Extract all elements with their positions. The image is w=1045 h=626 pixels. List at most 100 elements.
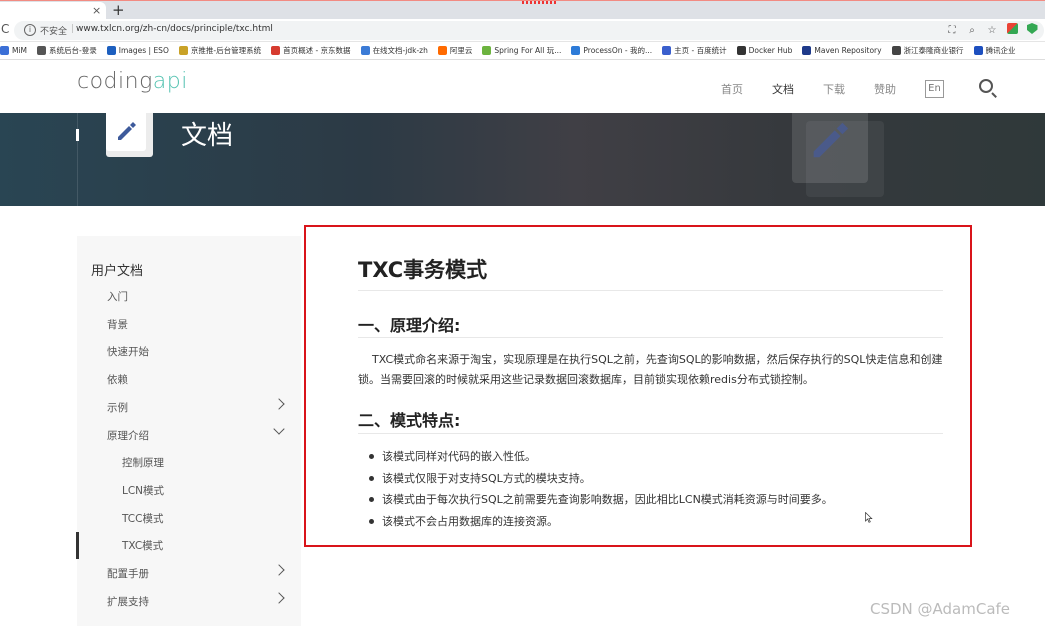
address-bar: C i 不安全 | www.txlcn.org/zh-cn/docs/princ…	[0, 19, 1045, 42]
bookmark-item[interactable]: 京推推-后台管理系统	[178, 45, 261, 56]
search-icon[interactable]	[979, 79, 993, 93]
new-tab-button[interactable]: +	[112, 1, 125, 19]
sidebar-item[interactable]: 依赖	[77, 366, 301, 393]
bookmark-item[interactable]: 阿里云	[437, 45, 472, 56]
security-label[interactable]: 不安全	[40, 24, 67, 37]
bookmark-item[interactable]: Spring For All 玩...	[482, 45, 561, 56]
translate-icon[interactable]: ⛶	[946, 25, 958, 36]
section1-divider	[358, 337, 943, 338]
chevron-right-icon[interactable]	[273, 398, 285, 410]
bookmark-item[interactable]: ProcessOn - 我的...	[571, 45, 652, 56]
banner-marker	[76, 129, 79, 141]
extension-icon-a[interactable]	[1006, 23, 1018, 37]
bookmark-item[interactable]: 首页概述 - 京东数据	[271, 45, 351, 56]
bookmark-favicon-icon	[662, 46, 672, 55]
bookmark-item[interactable]: MiM	[0, 46, 27, 55]
sidebar-item[interactable]: 控制原理	[77, 449, 301, 476]
sidebar-item[interactable]: LCN模式	[77, 477, 301, 504]
url-text[interactable]: www.txlcn.org/zh-cn/docs/principle/txc.h…	[76, 24, 273, 34]
chevron-down-icon[interactable]	[273, 422, 285, 435]
bookmark-favicon-icon	[360, 46, 370, 55]
nav-item[interactable]: 首页	[721, 81, 743, 97]
page-banner: 文档	[0, 113, 1045, 206]
sidebar-item[interactable]: 背景	[77, 311, 301, 338]
sidebar-item-label: 原理介绍	[107, 429, 149, 442]
bookmark-favicon-icon	[271, 46, 281, 55]
chevron-right-icon[interactable]	[273, 564, 285, 576]
bookmark-favicon-icon	[891, 46, 901, 55]
extension-shield-icon[interactable]	[1026, 23, 1038, 37]
sidebar-item[interactable]: 快速开始	[77, 338, 301, 365]
sidebar-item-label: TCC模式	[122, 512, 164, 525]
sidebar-item-label: 配置手册	[107, 568, 149, 580]
section1-text: TXC模式命名来源于淘宝，实现原理是在执行SQL之前，先查询SQL的影响数据，然…	[358, 353, 943, 386]
page-title: TXC事务模式	[358, 258, 488, 282]
sidebar-item-label: 背景	[107, 318, 128, 331]
sidebar-item-label: 快速开始	[107, 346, 149, 359]
bookmark-favicon-icon	[437, 46, 447, 55]
pencil-icon	[118, 122, 136, 140]
list-item: 该模式仅限于对支持SQL方式的模块支持。	[368, 468, 948, 490]
bookmark-item[interactable]: Maven Repository	[802, 46, 882, 55]
recording-indicator	[522, 1, 558, 4]
bookmark-item[interactable]: 在线文档-jdk-zh	[360, 45, 428, 56]
chevron-right-icon[interactable]	[273, 592, 285, 604]
section1-title: 一、原理介绍:	[358, 316, 461, 335]
url-omnibox[interactable]: i 不安全 | www.txlcn.org/zh-cn/docs/princip…	[14, 21, 1044, 40]
tab-close-icon[interactable]: ×	[92, 3, 101, 19]
sidebar-item-label: 示例	[107, 401, 128, 414]
mouse-cursor-icon	[865, 512, 873, 523]
docs-sidebar: 用户文档 入门背景快速开始依赖示例原理介绍控制原理 LCN模式 TCC模式 TXC模式…	[76, 236, 301, 626]
sidebar-item-label: 控制原理	[122, 457, 164, 470]
sidebar-item[interactable]: 示例	[77, 394, 301, 421]
top-nav: 首页 文档 下载 赞助 En	[721, 80, 944, 98]
site-logo[interactable]: codingapi	[77, 69, 188, 94]
bookmark-favicon-icon	[736, 46, 746, 55]
banner-divider	[77, 113, 78, 206]
bookmark-favicon-icon	[37, 46, 47, 55]
section2-divider	[358, 433, 943, 434]
nav-item[interactable]: 文档	[772, 81, 794, 97]
bookmark-favicon-icon	[0, 46, 9, 55]
sidebar-item-label: LCN模式	[122, 484, 165, 497]
nav-item[interactable]: 赞助	[874, 81, 896, 97]
sidebar-item[interactable]: TXC模式	[76, 532, 301, 560]
reload-icon[interactable]: C	[1, 22, 9, 36]
nav-item[interactable]: 下载	[823, 81, 845, 97]
bookmark-favicon-icon	[482, 46, 492, 55]
bookmark-item[interactable]: 系统后台-登录	[37, 45, 97, 56]
section2-title: 二、模式特点:	[358, 411, 461, 430]
bookmark-item[interactable]: Docker Hub	[736, 46, 792, 55]
bookmark-favicon-icon	[106, 46, 116, 55]
features-list: 该模式同样对代码的嵌入性低。 该模式仅限于对支持SQL方式的模块支持。 该模式由于每…	[368, 446, 948, 532]
bookmark-favicon-icon	[802, 46, 812, 55]
site-header: codingapi 首页 文档 下载 赞助 En	[0, 61, 1045, 113]
language-toggle-button[interactable]: En	[925, 80, 944, 98]
banner-title: 文档	[181, 121, 234, 151]
bookmark-item[interactable]: Images | ESO	[106, 46, 169, 55]
bookmarks-bar: MiM 系统后台-登录 Images | ESO 京推推-后台管理系统 首页概述 - 京…	[0, 42, 1045, 60]
sidebar-item[interactable]: 入门	[77, 283, 301, 310]
list-item: 该模式不会占用数据库的连接资源。	[368, 511, 948, 533]
sidebar-item-label: TXC模式	[122, 540, 164, 553]
sidebar-item[interactable]: 扩展支持	[77, 588, 301, 615]
sidebar-item-label: 依赖	[107, 374, 128, 387]
list-item: 该模式由于每次执行SQL之前需要先查询影响数据，因此相比LCN模式消耗资源与时间…	[368, 489, 948, 511]
browser-tab-bar: × +	[0, 0, 1045, 20]
bookmark-favicon-icon	[178, 46, 188, 55]
omnibox-actions: ⛶ ⌕ ☆	[946, 23, 1038, 37]
bookmark-item[interactable]: 浙江泰隆商业银行	[891, 45, 964, 56]
sidebar-title: 用户文档	[91, 264, 144, 279]
bookmark-star-icon[interactable]: ☆	[986, 25, 998, 36]
sidebar-item-label: 入门	[107, 291, 128, 303]
sidebar-item-label: 扩展支持	[107, 595, 149, 608]
bookmark-item[interactable]: 主页 - 百度统计	[662, 45, 727, 56]
bookmark-item[interactable]: 腾讯企业	[973, 45, 1016, 56]
sidebar-item[interactable]: 原理介绍	[77, 422, 301, 449]
sidebar-item[interactable]: 配置手册	[77, 560, 301, 587]
list-item: 该模式同样对代码的嵌入性低。	[368, 446, 948, 468]
info-icon[interactable]: i	[24, 24, 36, 36]
browser-tab[interactable]: ×	[0, 2, 106, 20]
zoom-icon[interactable]: ⌕	[966, 25, 978, 36]
sidebar-item[interactable]: TCC模式	[77, 505, 301, 532]
